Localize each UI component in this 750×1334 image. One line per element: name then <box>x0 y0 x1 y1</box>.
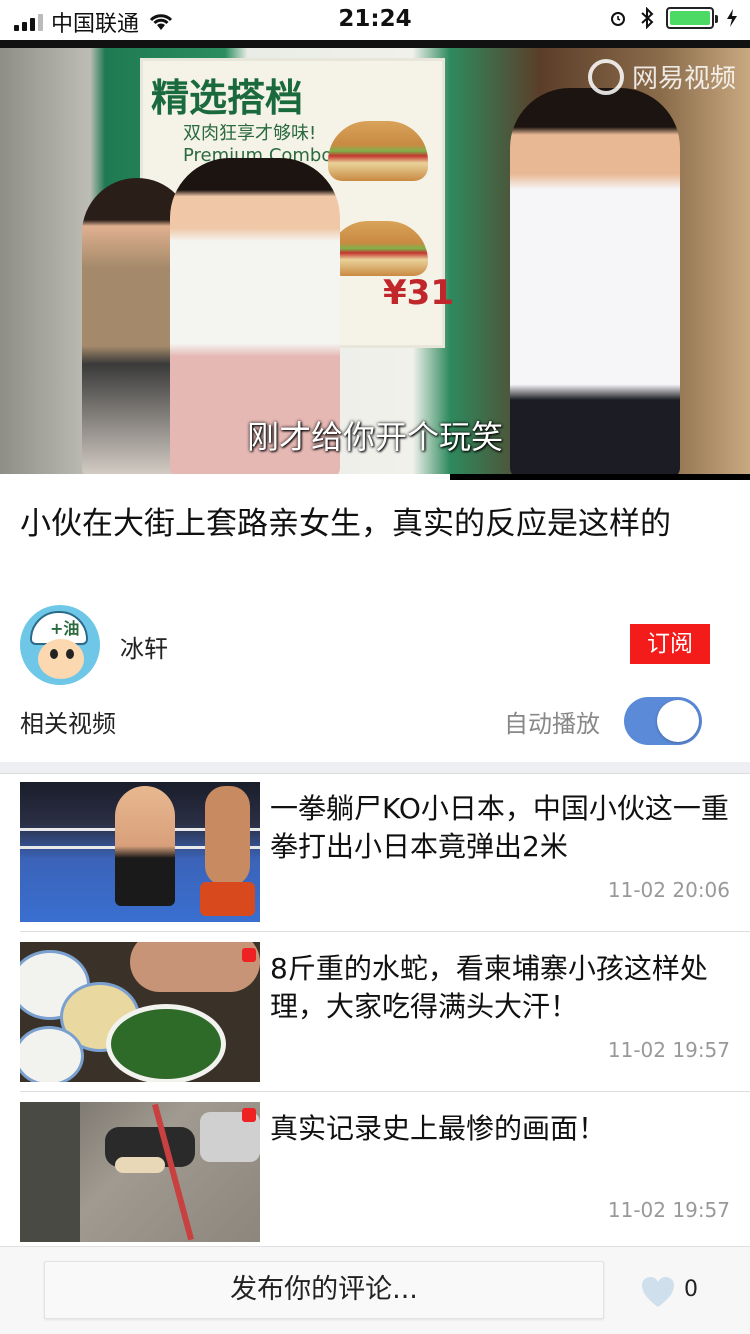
status-bar: 中国联通 21:24 <box>0 0 750 40</box>
list-item[interactable]: 8斤重的水蛇，看柬埔寨小孩这样处理，大家吃得满头大汗！ 11-02 19:57 <box>20 932 750 1092</box>
bluetooth-icon <box>641 7 654 29</box>
play-badge-icon <box>242 948 256 962</box>
play-badge-icon <box>242 1108 256 1122</box>
author-row: +油 冰轩 订阅 <box>20 605 730 685</box>
video-thumbnail <box>20 942 260 1082</box>
like-heart-icon[interactable] <box>640 1275 676 1309</box>
list-item-title: 真实记录史上最惨的画面！ <box>270 1112 607 1145</box>
list-item[interactable]: 一拳躺尸KO小日本，中国小伙这一重拳打出小日本竟弹出2米 11-02 20:06 <box>20 772 750 932</box>
video-subtitle: 刚才给你开个玩笑 <box>246 418 503 456</box>
list-item-time: 11-02 20:06 <box>607 878 730 902</box>
video-thumbnail <box>20 782 260 922</box>
video-progress-fill <box>0 474 450 480</box>
author-name[interactable]: 冰轩 <box>120 629 168 664</box>
related-header: 相关视频 自动播放 <box>20 697 730 745</box>
netease-video-logo: 网易视频 <box>587 58 736 95</box>
autoplay-label: 自动播放 <box>504 710 600 738</box>
list-item-time: 11-02 19:57 <box>607 1198 730 1222</box>
comment-input-button[interactable]: 发布你的评论... <box>44 1261 604 1319</box>
video-thumbnail <box>20 1102 260 1242</box>
poster-title: 精选搭档 <box>151 76 304 120</box>
like-count: 0 <box>684 1277 698 1302</box>
list-item-title: 8斤重的水蛇，看柬埔寨小孩这样处理，大家吃得满头大汗！ <box>270 952 708 1023</box>
charging-icon <box>727 9 737 27</box>
alarm-icon <box>611 12 625 26</box>
list-item-time: 11-02 19:57 <box>607 1038 730 1062</box>
poster-price: ¥31 <box>383 273 454 313</box>
avatar[interactable]: +油 <box>20 605 100 685</box>
related-videos-label: 相关视频 <box>20 710 116 738</box>
bottom-bar: 发布你的评论... 0 <box>0 1246 750 1334</box>
video-title: 小伙在大街上套路亲女生，真实的反应是这样的 <box>20 506 671 542</box>
autoplay-toggle[interactable] <box>624 697 702 745</box>
video-frame: 精选搭档 双肉狂享才够味! Premium Combos ¥31 <box>0 48 750 478</box>
video-player[interactable]: 精选搭档 双肉狂享才够味! Premium Combos ¥31 网易视频 刚才… <box>0 40 750 480</box>
video-progress-bar[interactable] <box>0 474 750 480</box>
list-item-title: 一拳躺尸KO小日本，中国小伙这一重拳打出小日本竟弹出2米 <box>270 792 729 863</box>
list-item[interactable]: 真实记录史上最惨的画面！ 11-02 19:57 <box>20 1092 750 1252</box>
battery-icon <box>666 7 718 29</box>
subscribe-button[interactable]: 订阅 <box>630 624 710 664</box>
status-right <box>608 7 738 29</box>
